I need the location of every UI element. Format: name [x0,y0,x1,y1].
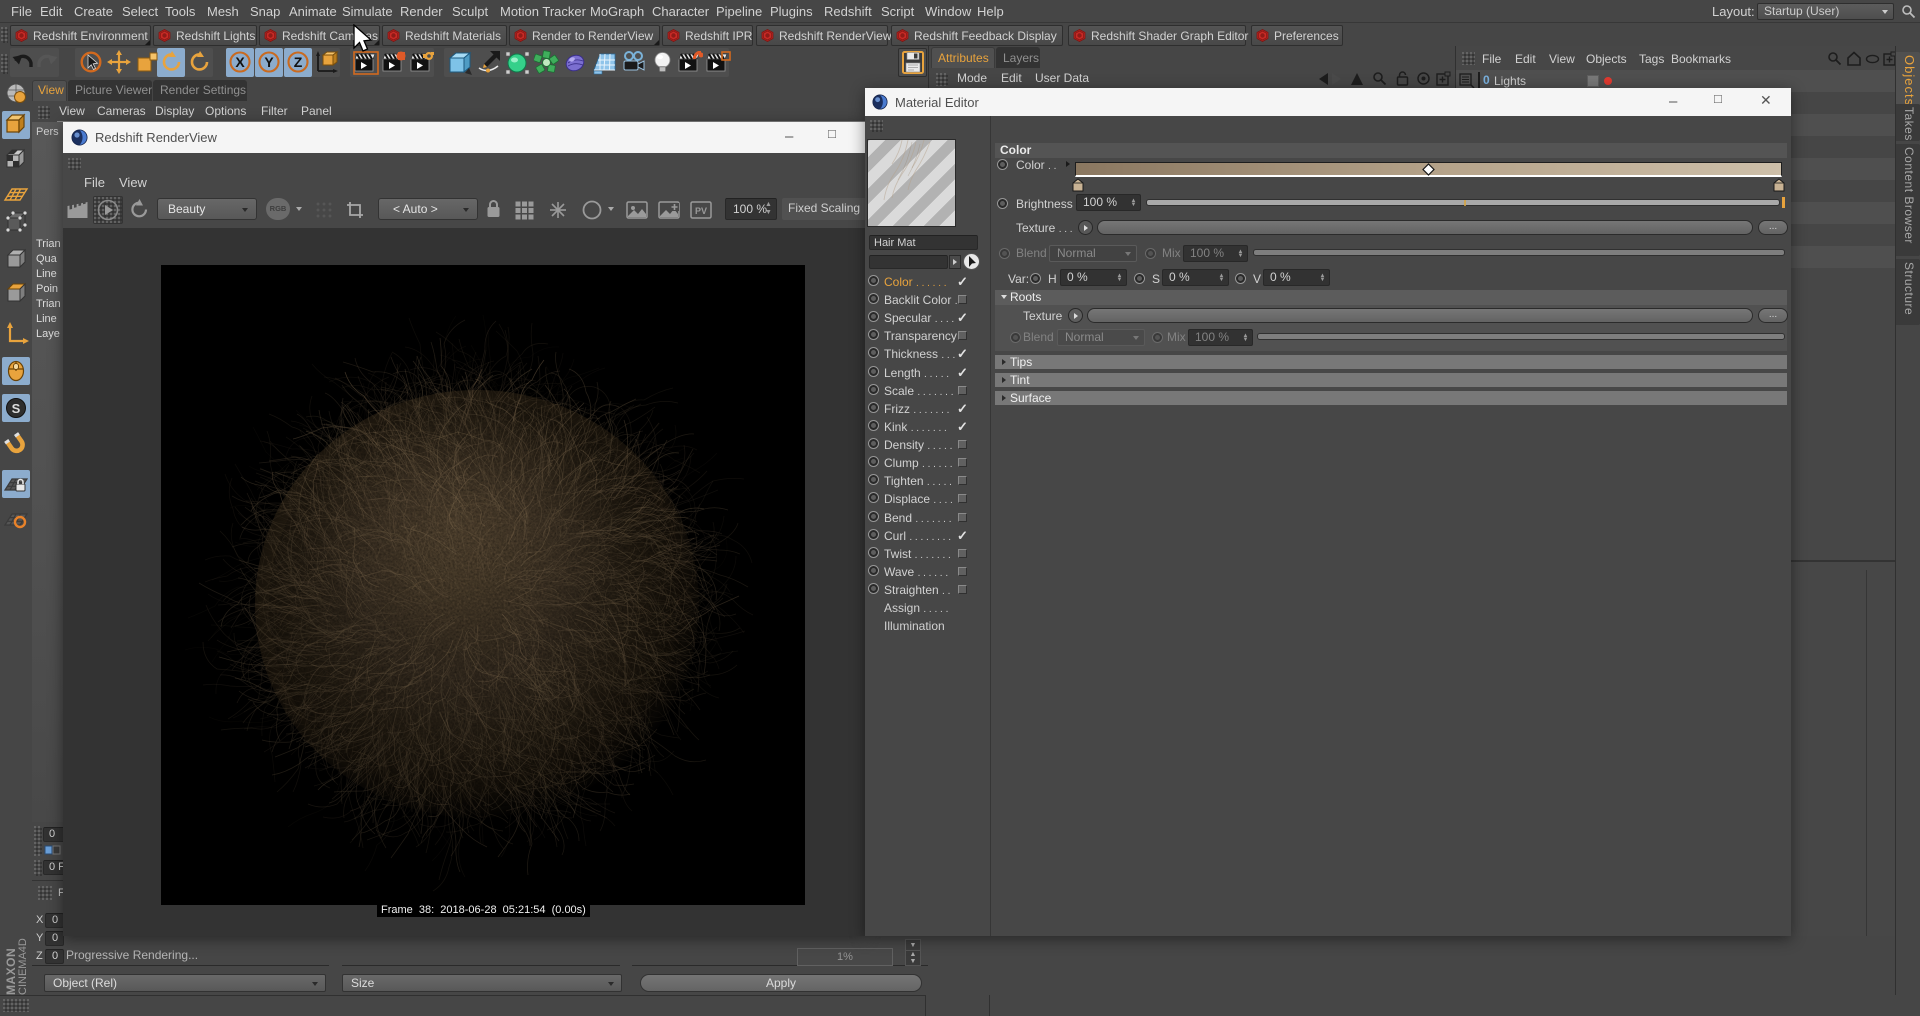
svg-text:Z: Z [294,54,303,70]
svg-text:Y: Y [264,54,274,70]
svg-text:PV: PV [695,206,707,216]
svg-text:X: X [235,54,245,70]
svg-text:S: S [12,401,21,416]
